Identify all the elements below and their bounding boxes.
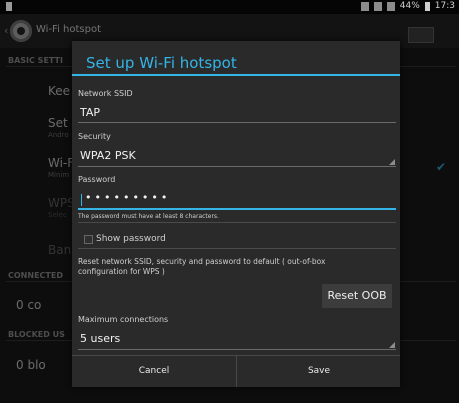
ssid-input[interactable]: TAP bbox=[80, 106, 100, 119]
ssid-underline bbox=[78, 122, 396, 123]
password-hint: The password must have at least 8 charac… bbox=[78, 213, 219, 220]
max-connections-underline bbox=[78, 349, 396, 350]
reset-description: Reset network SSID, security and passwor… bbox=[78, 257, 326, 276]
password-input[interactable]: ••••••••• bbox=[85, 191, 170, 204]
status-icons: 44% 17:3 bbox=[360, 1, 455, 11]
clock: 17:3 bbox=[434, 1, 455, 11]
max-connections-label: Maximum connections bbox=[78, 315, 169, 324]
cancel-button[interactable]: Cancel bbox=[72, 356, 236, 387]
text-cursor bbox=[81, 194, 82, 206]
dialog-title: Set up Wi-Fi hotspot bbox=[86, 54, 237, 72]
password-label: Password bbox=[78, 175, 116, 184]
ssid-label: Network SSID bbox=[78, 89, 133, 98]
save-button[interactable]: Save bbox=[237, 356, 401, 387]
dropdown-corner-icon bbox=[389, 159, 395, 165]
signal-icon bbox=[386, 1, 395, 11]
reset-oob-button[interactable]: Reset OOB bbox=[322, 284, 392, 308]
divider bbox=[78, 222, 396, 223]
battery-percent: 44% bbox=[399, 1, 420, 11]
security-label: Security bbox=[78, 132, 111, 141]
divider bbox=[78, 248, 396, 249]
security-underline bbox=[78, 166, 396, 167]
hotspot-setup-dialog: Set up Wi-Fi hotspot Network SSID TAP Se… bbox=[72, 41, 400, 387]
title-divider bbox=[72, 74, 400, 76]
battery-icon bbox=[424, 1, 430, 11]
max-connections-select[interactable]: 5 users bbox=[80, 332, 120, 345]
bluetooth-icon bbox=[360, 1, 369, 11]
status-bar: 44% 17:3 bbox=[0, 0, 459, 14]
security-select[interactable]: WPA2 PSK bbox=[80, 149, 136, 162]
notification-icon bbox=[6, 2, 12, 11]
wifi-icon bbox=[373, 1, 382, 11]
show-password-label[interactable]: Show password bbox=[96, 234, 166, 244]
password-underline bbox=[78, 208, 396, 210]
show-password-checkbox[interactable] bbox=[84, 235, 93, 244]
dropdown-corner-icon bbox=[389, 342, 395, 348]
